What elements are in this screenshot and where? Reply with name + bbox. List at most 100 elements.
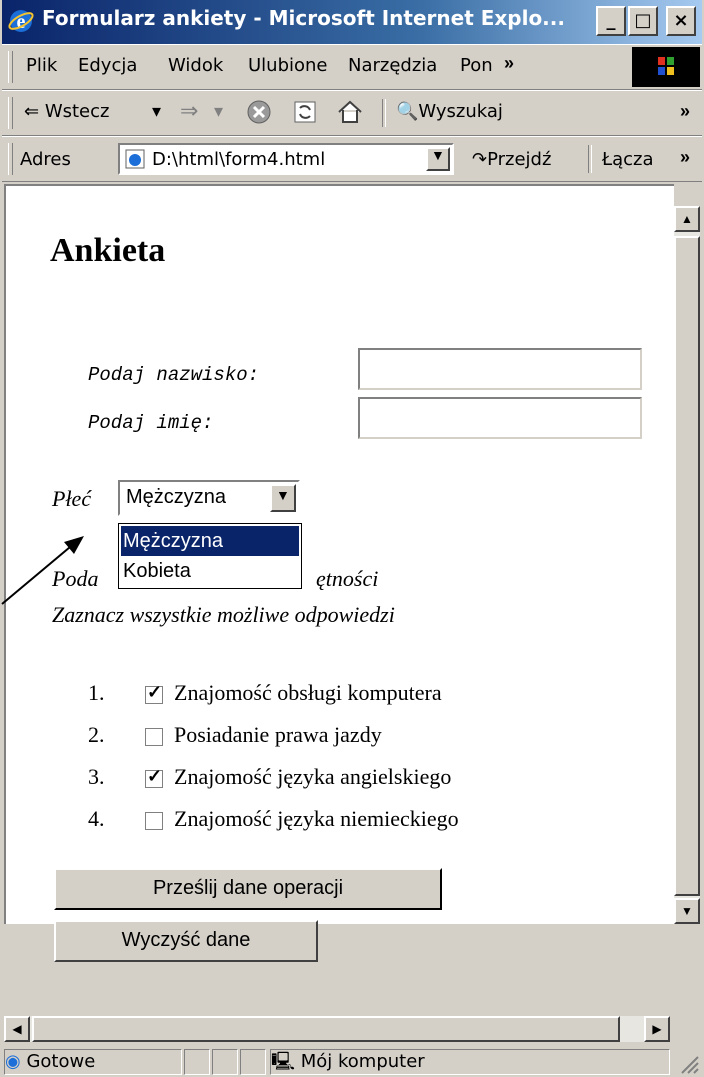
scroll-right-button[interactable]: ▶ bbox=[644, 1016, 670, 1042]
firstname-label: Podaj imię: bbox=[88, 412, 214, 434]
address-dropdown-button[interactable]: ▼ bbox=[426, 147, 450, 171]
page-icon bbox=[125, 149, 145, 169]
menu-plik[interactable]: Plik bbox=[26, 55, 57, 76]
skill-label: Znajomość języka niemieckiego bbox=[174, 806, 459, 831]
menu-more-chevron[interactable]: » bbox=[504, 53, 514, 74]
windows-logo bbox=[632, 47, 700, 87]
menu-pomoc[interactable]: Pon bbox=[460, 55, 493, 76]
menu-ulubione[interactable]: Ulubione bbox=[248, 55, 328, 76]
computer-icon: 🖳 bbox=[271, 1051, 296, 1072]
search-icon: 🔍 bbox=[396, 101, 419, 122]
maximize-button[interactable]: □ bbox=[628, 6, 658, 36]
menu-grip[interactable] bbox=[8, 51, 13, 83]
address-grip[interactable] bbox=[8, 143, 13, 175]
forward-dropdown-icon[interactable]: ▾ bbox=[214, 101, 223, 122]
home-icon[interactable] bbox=[336, 99, 364, 125]
back-button[interactable]: ⇐ Wstecz bbox=[24, 101, 109, 122]
windows-flag-icon bbox=[658, 57, 674, 75]
skill-label: Znajomość obsługi komputera bbox=[174, 680, 442, 705]
checkmark-icon: ✓ bbox=[147, 766, 163, 786]
status-text-pane: ◉ Gotowe bbox=[4, 1049, 182, 1075]
status-bar: ◉ Gotowe 🖳 Mój komputer bbox=[2, 1046, 702, 1077]
scroll-up-button[interactable]: ▲ bbox=[674, 206, 700, 232]
go-button[interactable]: ↷Przejdź bbox=[472, 149, 551, 170]
list-number: 1. bbox=[88, 680, 105, 705]
toolbar-more-chevron[interactable]: » bbox=[680, 101, 690, 122]
links-more-chevron[interactable]: » bbox=[680, 147, 690, 168]
skill-checkbox-computer[interactable]: ✓ bbox=[145, 682, 163, 704]
go-arrow-icon: ↷ bbox=[472, 149, 488, 170]
gender-selected-value: Mężczyzna bbox=[126, 486, 227, 508]
stop-icon[interactable] bbox=[246, 99, 272, 125]
browser-window: e Formularz ankiety - Microsoft Internet… bbox=[0, 0, 704, 1077]
list-number: 3. bbox=[88, 764, 105, 789]
reset-button[interactable]: Wyczyść dane bbox=[54, 920, 318, 962]
hscroll-thumb[interactable] bbox=[32, 1016, 620, 1042]
arrow-right-icon: ▶ bbox=[652, 1022, 662, 1036]
checkmark-icon: ✓ bbox=[147, 682, 163, 702]
menu-narzedzia[interactable]: Narzędzia bbox=[348, 55, 437, 76]
skills-hint: Zaznacz wszystkie możliwe odpowiedzi bbox=[52, 602, 395, 627]
skill-label: Posiadanie prawa jazdy bbox=[174, 722, 382, 747]
arrow-left-icon: ◀ bbox=[12, 1022, 22, 1036]
menu-bar: Plik Edycja Widok Ulubione Narzędzia Pon… bbox=[2, 44, 702, 90]
list-number: 2. bbox=[88, 722, 105, 747]
surname-input[interactable] bbox=[358, 348, 642, 390]
scroll-thumb[interactable] bbox=[674, 236, 700, 896]
firstname-input[interactable] bbox=[358, 397, 642, 439]
chevron-down-icon: ▼ bbox=[431, 147, 445, 163]
list-number: 4. bbox=[88, 806, 105, 831]
skill-checkbox-license[interactable] bbox=[145, 728, 163, 746]
address-input[interactable]: D:\html\form4.html ▼ bbox=[118, 143, 454, 175]
close-button[interactable]: × bbox=[666, 6, 696, 36]
vertical-scrollbar[interactable]: ▲ ▼ bbox=[674, 206, 700, 924]
horizontal-scrollbar[interactable]: ◀ ▶ bbox=[4, 1016, 670, 1042]
gender-option-mezczyzna[interactable]: Mężczyzna bbox=[121, 526, 299, 556]
zone-text: Mój komputer bbox=[300, 1051, 425, 1072]
scroll-left-button[interactable]: ◀ bbox=[4, 1016, 30, 1042]
status-pane bbox=[240, 1049, 266, 1075]
gender-select[interactable]: Mężczyzna ▼ bbox=[118, 480, 300, 516]
back-dropdown-icon[interactable]: ▾ bbox=[152, 101, 161, 122]
address-bar: Adres D:\html\form4.html ▼ ↷Przejdź Łącz… bbox=[2, 136, 702, 182]
toolbar-separator bbox=[382, 99, 386, 127]
page-heading: Ankieta bbox=[50, 232, 166, 269]
refresh-icon[interactable] bbox=[292, 99, 318, 125]
toolbar-grip[interactable] bbox=[8, 97, 13, 129]
gender-dropdown-list: Mężczyzna Kobieta bbox=[118, 523, 302, 589]
skill-checkbox-german[interactable] bbox=[145, 812, 163, 830]
address-label: Adres bbox=[20, 149, 71, 170]
gender-label: Płeć bbox=[52, 486, 92, 511]
arrow-up-icon: ▲ bbox=[681, 212, 693, 226]
standard-toolbar: ⇐ Wstecz ▾ ⇒ ▾ 🔍Wyszukaj » bbox=[2, 90, 702, 136]
back-arrow-icon: ⇐ bbox=[24, 101, 45, 122]
surname-label: Podaj nazwisko: bbox=[88, 364, 260, 386]
ie-logo-icon: e bbox=[8, 10, 34, 33]
submit-button[interactable]: Prześlij dane operacji bbox=[54, 868, 442, 910]
links-button[interactable]: Łącza bbox=[602, 149, 654, 170]
skills-label-end: ętności bbox=[316, 566, 379, 591]
address-separator bbox=[588, 145, 592, 173]
zone-pane: 🖳 Mój komputer bbox=[270, 1049, 670, 1075]
gender-option-kobieta[interactable]: Kobieta bbox=[121, 556, 299, 586]
scroll-down-button[interactable]: ▼ bbox=[674, 898, 700, 924]
page-done-icon: ◉ bbox=[5, 1051, 21, 1072]
search-button[interactable]: 🔍Wyszukaj bbox=[396, 101, 503, 122]
chevron-down-icon: ▼ bbox=[276, 487, 290, 503]
menu-edycja[interactable]: Edycja bbox=[78, 55, 137, 76]
menu-widok[interactable]: Widok bbox=[168, 55, 223, 76]
title-bar[interactable]: e Formularz ankiety - Microsoft Internet… bbox=[2, 0, 702, 44]
skill-checkbox-english[interactable]: ✓ bbox=[145, 766, 163, 788]
status-pane bbox=[184, 1049, 210, 1075]
annotation-arrow-icon bbox=[1, 536, 84, 605]
gender-dropdown-button[interactable]: ▼ bbox=[270, 484, 296, 512]
forward-arrow-icon[interactable]: ⇒ bbox=[180, 99, 198, 124]
arrow-down-icon: ▼ bbox=[681, 904, 693, 918]
address-value: D:\html\form4.html bbox=[152, 149, 326, 170]
skill-label: Znajomość języka angielskiego bbox=[174, 764, 452, 789]
window-title: Formularz ankiety - Microsoft Internet E… bbox=[42, 6, 565, 30]
resize-grip-icon[interactable] bbox=[676, 1051, 700, 1075]
status-pane bbox=[212, 1049, 238, 1075]
status-text: Gotowe bbox=[26, 1051, 96, 1072]
minimize-button[interactable]: _ bbox=[596, 6, 626, 36]
